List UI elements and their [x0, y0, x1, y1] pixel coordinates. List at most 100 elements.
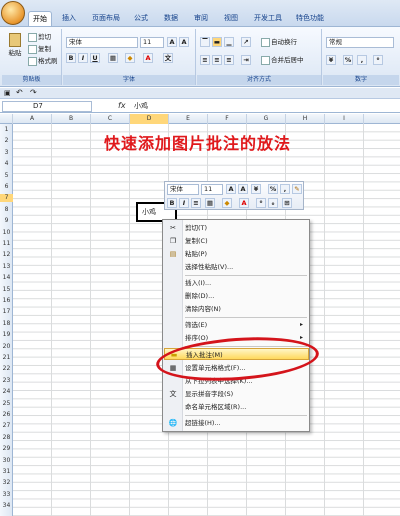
underline-button[interactable]: U — [90, 53, 100, 63]
row-header[interactable]: 12 — [0, 251, 13, 259]
row-header[interactable]: 16 — [0, 297, 13, 305]
menu-item-copy[interactable]: ❐ 复制(C) — [164, 235, 309, 247]
row-header[interactable]: 18 — [0, 320, 13, 328]
tab-home[interactable]: 开始 — [28, 11, 52, 26]
mini-comma-button[interactable]: , — [280, 184, 290, 194]
row-header[interactable]: 27 — [0, 422, 13, 430]
row-header[interactable]: 33 — [0, 491, 13, 499]
menu-item-paste-special[interactable]: 选择性粘贴(V)... — [164, 261, 309, 273]
font-size-select[interactable]: 11 — [140, 37, 164, 48]
mini-fill-color-icon[interactable]: ◆ — [222, 198, 232, 208]
comma-button[interactable]: , — [357, 55, 367, 65]
mini-grow-font-button[interactable]: A — [226, 184, 236, 194]
row-header[interactable]: 4 — [0, 160, 13, 168]
mini-italic-button[interactable]: I — [179, 198, 189, 208]
tab-review[interactable]: 审阅 — [190, 11, 212, 26]
align-middle-icon[interactable]: ▬ — [212, 37, 222, 47]
menu-item-define-name[interactable]: 命名单元格区域(R)... — [164, 401, 309, 413]
orientation-icon[interactable]: ↗ — [241, 37, 251, 47]
row-header[interactable]: 15 — [0, 286, 13, 294]
wrap-text-button[interactable]: 自动换行 — [261, 37, 297, 48]
align-bottom-icon[interactable]: ▁ — [224, 37, 234, 47]
mini-merge-icon[interactable]: ⊞ — [282, 198, 292, 208]
align-left-icon[interactable]: ≡ — [200, 55, 210, 65]
mini-shrink-font-button[interactable]: A — [238, 184, 248, 194]
row-header[interactable]: 1 — [0, 126, 13, 134]
row-header[interactable]: 10 — [0, 229, 13, 237]
mini-bold-button[interactable]: B — [167, 198, 177, 208]
row-header[interactable]: 24 — [0, 388, 13, 396]
fx-icon[interactable]: fx — [118, 101, 126, 110]
row-header[interactable]: 6 — [0, 183, 13, 191]
row-header[interactable]: 28 — [0, 434, 13, 442]
format-painter-button[interactable]: 格式刷 — [28, 56, 58, 67]
menu-item-clear-contents[interactable]: 清除内容(N) — [164, 303, 309, 315]
mini-decimal-decrease-icon[interactable]: ₀ — [268, 198, 278, 208]
column-header[interactable]: E — [169, 114, 208, 124]
mini-borders-icon[interactable]: ▦ — [205, 198, 215, 208]
paste-button[interactable]: 粘贴 — [5, 31, 25, 61]
name-box[interactable]: D7 — [2, 101, 92, 112]
menu-item-filter[interactable]: 筛选(E) ▸ — [164, 319, 309, 331]
bold-button[interactable]: B — [66, 53, 76, 63]
row-header[interactable]: 25 — [0, 400, 13, 408]
row-header[interactable]: 22 — [0, 365, 13, 373]
row-header[interactable]: 32 — [0, 479, 13, 487]
copy-button[interactable]: 复制 — [28, 44, 51, 55]
fill-color-icon[interactable]: ◆ — [125, 53, 135, 63]
office-button[interactable] — [1, 1, 25, 25]
row-header[interactable]: 8 — [0, 206, 13, 214]
font-name-select[interactable]: 宋体 — [66, 37, 138, 48]
menu-item-paste[interactable]: ▤ 粘贴(P) — [164, 248, 309, 260]
column-header[interactable]: G — [247, 114, 286, 124]
row-header[interactable]: 34 — [0, 502, 13, 510]
redo-icon[interactable]: ↷ — [30, 88, 37, 97]
column-header[interactable]: B — [52, 114, 91, 124]
mini-currency-icon[interactable]: ¥ — [251, 184, 261, 194]
row-header[interactable]: 13 — [0, 263, 13, 271]
save-icon[interactable]: ▣ — [4, 89, 11, 97]
column-header[interactable]: F — [208, 114, 247, 124]
mini-percent-button[interactable]: % — [268, 184, 278, 194]
row-header[interactable]: 14 — [0, 274, 13, 282]
align-top-icon[interactable]: ▔ — [200, 37, 210, 47]
number-format-select[interactable]: 常规 — [326, 37, 394, 48]
row-header[interactable]: 9 — [0, 217, 13, 225]
decimal-icon[interactable]: ⁰ — [373, 55, 383, 65]
grow-font-button[interactable]: A — [167, 37, 177, 47]
mini-brush-icon[interactable]: ✎ — [292, 184, 302, 194]
column-header[interactable]: I — [325, 114, 364, 124]
mini-decimal-icon[interactable]: ⁰ — [256, 198, 266, 208]
tab-developer[interactable]: 开发工具 — [250, 11, 286, 26]
mini-font-select[interactable]: 宋体 — [167, 184, 199, 195]
row-header[interactable]: 19 — [0, 331, 13, 339]
row-header[interactable]: 20 — [0, 343, 13, 351]
indent-icon[interactable]: ⇥ — [241, 55, 251, 65]
formula-input[interactable]: 小鸡 — [134, 101, 148, 111]
mini-font-color-icon[interactable]: A — [239, 198, 249, 208]
row-header[interactable]: 30 — [0, 457, 13, 465]
percent-button[interactable]: % — [343, 55, 353, 65]
row-header[interactable]: 21 — [0, 354, 13, 362]
tab-data[interactable]: 数据 — [160, 11, 182, 26]
column-header[interactable]: D — [130, 114, 169, 124]
tab-insert[interactable]: 插入 — [58, 11, 80, 26]
mini-align-button[interactable]: ≡ — [191, 198, 201, 208]
undo-icon[interactable]: ↶ — [16, 88, 23, 97]
currency-icon[interactable]: ¥ — [326, 55, 336, 65]
menu-item-cut[interactable]: ✂ 剪切(T) — [164, 222, 309, 234]
menu-item-show-phonetic[interactable]: 文显示拼音字段(S) — [164, 388, 309, 400]
menu-item-hyperlink[interactable]: 🌐 超链接(H)... — [164, 417, 309, 429]
row-header[interactable]: 29 — [0, 445, 13, 453]
align-center-icon[interactable]: ≡ — [212, 55, 222, 65]
menu-item-insert[interactable]: 插入(I)... — [164, 277, 309, 289]
tab-special-features[interactable]: 特色功能 — [292, 11, 328, 26]
borders-icon[interactable]: ▦ — [108, 53, 118, 63]
column-header[interactable]: C — [91, 114, 130, 124]
shrink-font-button[interactable]: A — [179, 37, 189, 47]
italic-button[interactable]: I — [78, 53, 88, 63]
row-header[interactable]: 31 — [0, 468, 13, 476]
row-header[interactable]: 17 — [0, 308, 13, 316]
merge-center-button[interactable]: 合并后居中 — [261, 55, 304, 66]
phonetic-icon[interactable]: 文 — [163, 53, 173, 63]
